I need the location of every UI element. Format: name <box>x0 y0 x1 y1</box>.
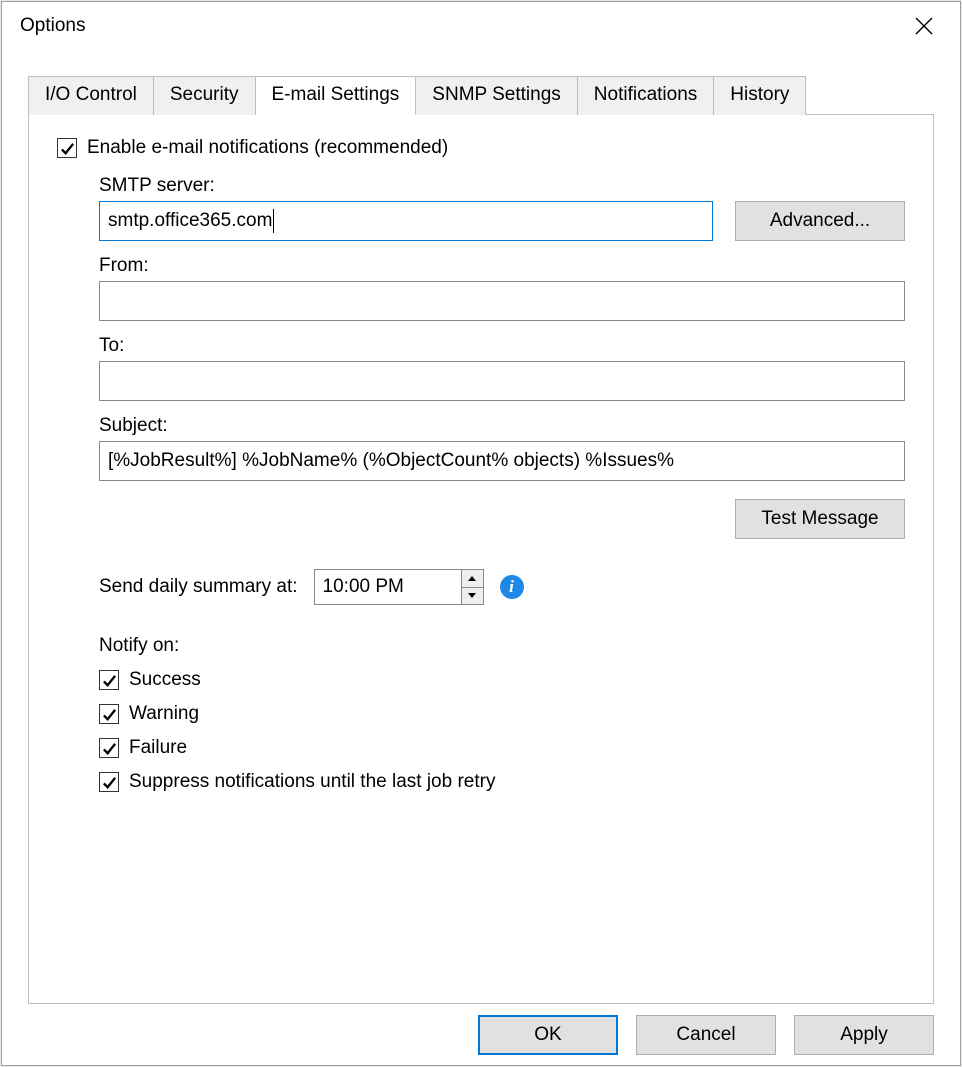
subject-label: Subject: <box>99 415 905 437</box>
time-spinner <box>461 570 483 604</box>
success-checkbox[interactable] <box>99 670 119 690</box>
tab-history[interactable]: History <box>713 76 806 115</box>
notify-label: Notify on: <box>99 635 905 657</box>
tab-io-control[interactable]: I/O Control <box>28 76 154 115</box>
window-title: Options <box>20 15 900 37</box>
summary-label: Send daily summary at: <box>99 576 298 598</box>
to-input[interactable] <box>99 361 905 401</box>
client-area: I/O Control Security E-mail Settings SNM… <box>2 50 960 1004</box>
enable-row: Enable e-mail notifications (recommended… <box>57 137 905 159</box>
check-icon <box>102 741 117 756</box>
tab-email-settings[interactable]: E-mail Settings <box>255 76 417 115</box>
chevron-down-icon <box>468 593 476 598</box>
smtp-label: SMTP server: <box>99 175 905 197</box>
close-icon <box>915 17 933 35</box>
info-icon[interactable]: i <box>500 575 524 599</box>
check-icon <box>102 673 117 688</box>
tab-security[interactable]: Security <box>153 76 256 115</box>
check-icon <box>60 141 75 156</box>
suppress-checkbox[interactable] <box>99 772 119 792</box>
spinner-up[interactable] <box>462 570 483 587</box>
failure-label: Failure <box>129 737 187 759</box>
spinner-down[interactable] <box>462 587 483 605</box>
success-label: Success <box>129 669 201 691</box>
email-form: SMTP server: smtp.office365.com Advanced… <box>99 175 905 793</box>
close-button[interactable] <box>900 2 948 50</box>
warning-checkbox[interactable] <box>99 704 119 724</box>
tabstrip: I/O Control Security E-mail Settings SNM… <box>28 76 934 115</box>
apply-button[interactable]: Apply <box>794 1015 934 1055</box>
text-caret <box>273 209 274 233</box>
subject-input[interactable]: [%JobResult%] %JobName% (%ObjectCount% o… <box>99 441 905 481</box>
summary-time-input[interactable]: 10:00 PM <box>314 569 484 605</box>
cancel-button[interactable]: Cancel <box>636 1015 776 1055</box>
failure-checkbox[interactable] <box>99 738 119 758</box>
titlebar: Options <box>2 2 960 50</box>
warning-label: Warning <box>129 703 199 725</box>
chevron-up-icon <box>468 576 476 581</box>
tab-snmp-settings[interactable]: SNMP Settings <box>415 76 577 115</box>
enable-checkbox[interactable] <box>57 138 77 158</box>
tab-notifications[interactable]: Notifications <box>577 76 715 115</box>
from-label: From: <box>99 255 905 277</box>
enable-label: Enable e-mail notifications (recommended… <box>87 137 448 159</box>
check-icon <box>102 775 117 790</box>
from-input[interactable] <box>99 281 905 321</box>
smtp-server-input[interactable]: smtp.office365.com <box>99 201 713 241</box>
button-bar: OK Cancel Apply <box>2 1004 960 1065</box>
tabpanel-email-settings: Enable e-mail notifications (recommended… <box>28 114 934 1004</box>
advanced-button[interactable]: Advanced... <box>735 201 905 241</box>
check-icon <box>102 707 117 722</box>
test-message-button[interactable]: Test Message <box>735 499 905 539</box>
to-label: To: <box>99 335 905 357</box>
ok-button[interactable]: OK <box>478 1015 618 1055</box>
options-dialog: Options I/O Control Security E-mail Sett… <box>1 1 961 1066</box>
suppress-label: Suppress notifications until the last jo… <box>129 771 495 793</box>
